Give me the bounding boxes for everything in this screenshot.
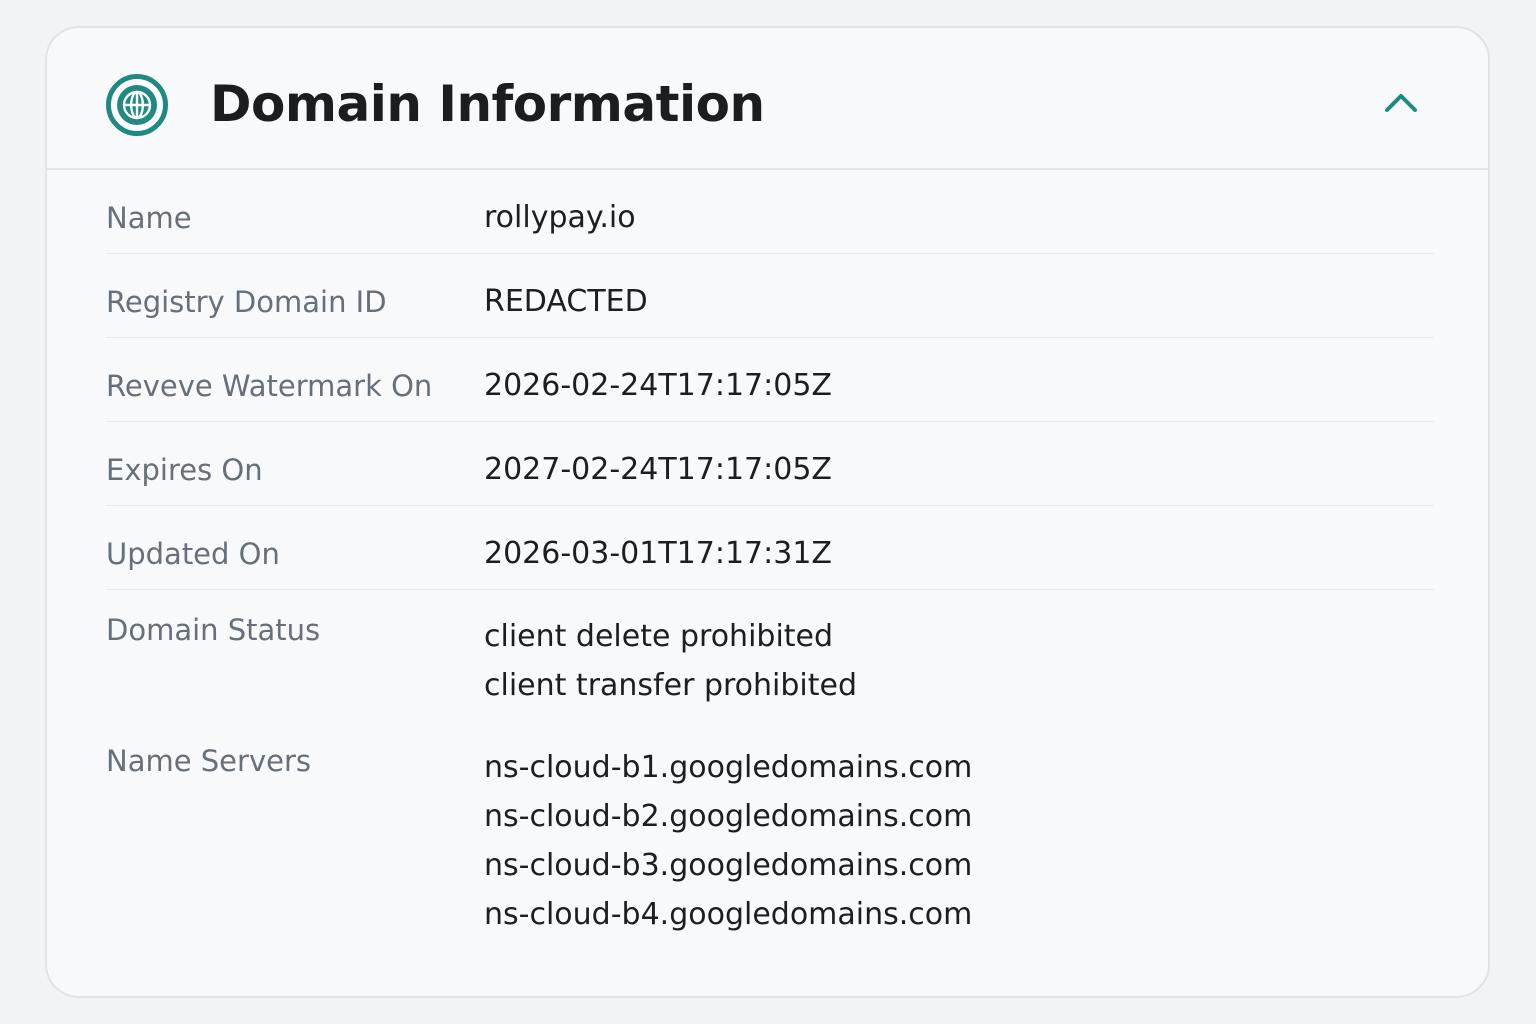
domain-status-list: client delete prohibited client transfer…	[484, 612, 857, 710]
field-row-registry-domain-id: Registry Domain ID REDACTED	[106, 254, 1434, 338]
field-value: 2026-03-01T17:17:31Z	[484, 536, 832, 571]
field-row-domain-status: Domain Status client delete prohibited c…	[106, 590, 1434, 721]
field-value: rollypay.io	[484, 200, 636, 235]
chevron-up-icon[interactable]	[1377, 78, 1425, 126]
name-servers-list: ns-cloud-b1.googledomains.com ns-cloud-b…	[484, 743, 972, 939]
name-server-value: ns-cloud-b2.googledomains.com	[484, 799, 973, 834]
field-row-name-servers: Name Servers ns-cloud-b1.googledomains.c…	[106, 721, 1434, 996]
domain-status-value: client transfer prohibited	[484, 668, 858, 703]
domain-information-card: Domain Information Name rollypay.io Regi…	[45, 26, 1490, 998]
domain-status-value: client delete prohibited	[484, 619, 834, 654]
field-label: Name	[106, 201, 192, 235]
field-value: REDACTED	[484, 284, 648, 319]
field-value: 2027-02-24T17:17:05Z	[484, 452, 832, 487]
field-row-name: Name rollypay.io	[106, 170, 1434, 254]
field-row-registered-on: Reveve Watermark On 2026-02-24T17:17:05Z	[106, 338, 1434, 422]
field-label: Registry Domain ID	[106, 285, 387, 319]
field-row-expires-on: Expires On 2027-02-24T17:17:05Z	[106, 422, 1434, 506]
page-title: Domain Information	[210, 75, 765, 133]
field-label: Updated On	[106, 537, 280, 571]
domain-fields-list: Name rollypay.io Registry Domain ID REDA…	[106, 170, 1434, 996]
name-server-value: ns-cloud-b3.googledomains.com	[484, 848, 973, 883]
globe-icon	[106, 74, 168, 136]
field-label: Name Servers	[106, 744, 311, 778]
name-server-value: ns-cloud-b1.googledomains.com	[484, 750, 973, 785]
field-label: Expires On	[106, 453, 263, 487]
field-label: Domain Status	[106, 613, 321, 647]
field-value: 2026-02-24T17:17:05Z	[484, 368, 832, 403]
name-server-value: ns-cloud-b4.googledomains.com	[484, 897, 973, 932]
field-row-updated-on: Updated On 2026-03-01T17:17:31Z	[106, 506, 1434, 590]
field-label: Reveve Watermark On	[106, 369, 433, 403]
card-header[interactable]: Domain Information	[47, 28, 1488, 170]
